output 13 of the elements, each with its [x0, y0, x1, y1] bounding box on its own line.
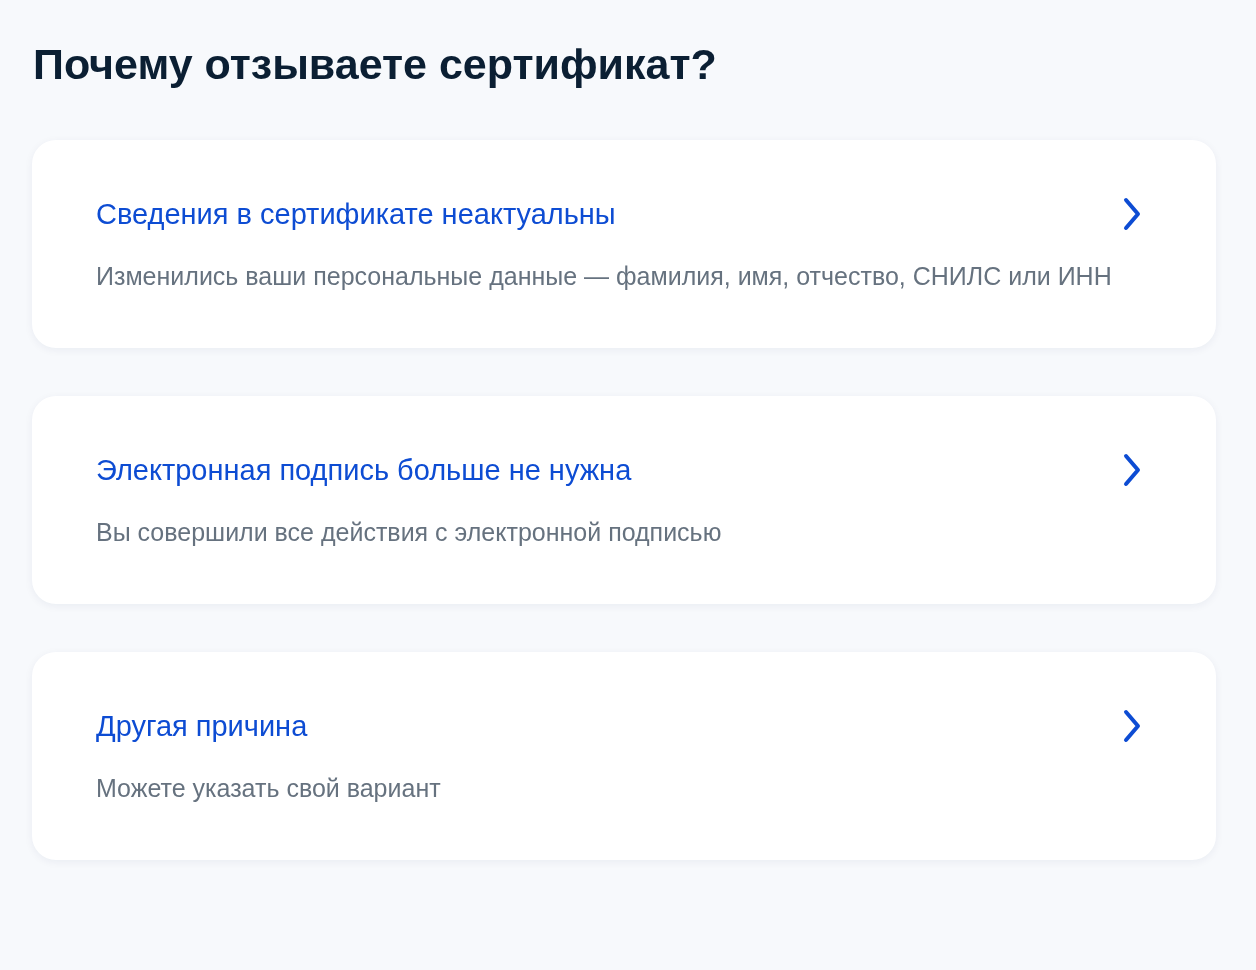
- reason-card[interactable]: Электронная подпись больше не нужна Вы совершили все действия с электронной подписью: [32, 396, 1216, 604]
- reason-card[interactable]: Другая причина Можете указать свой вариант: [32, 652, 1216, 860]
- reason-title: Сведения в сертификате неактуальны: [96, 197, 616, 232]
- page-title: Почему отзываете сертификат?: [33, 39, 718, 90]
- chevron-right-icon: [1122, 197, 1142, 231]
- chevron-right-icon: [1122, 709, 1142, 743]
- reason-description: Можете указать свой вариант: [96, 773, 442, 804]
- reason-description: Изменились ваши персональные данные — фамилия, имя, отчество, СНИЛС или ИНН: [96, 261, 1113, 292]
- reason-title: Электронная подпись больше не нужна: [96, 453, 632, 488]
- reason-title: Другая причина: [96, 709, 308, 744]
- chevron-right-icon: [1122, 453, 1142, 487]
- reason-description: Вы совершили все действия с электронной подписью: [96, 517, 723, 548]
- reason-card[interactable]: Сведения в сертификате неактуальны Изменились ваши персональные данные — фамилия, имя, отчество, СНИЛС или ИНН: [32, 140, 1216, 348]
